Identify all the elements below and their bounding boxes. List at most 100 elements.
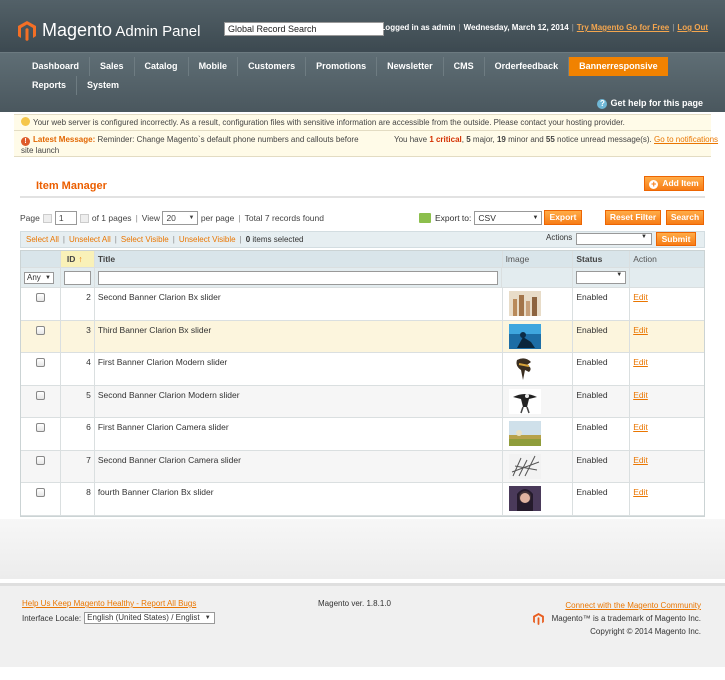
add-item-button[interactable]: + Add Item bbox=[644, 176, 704, 191]
selected-count: 0 bbox=[245, 235, 251, 244]
nav-item-reports[interactable]: Reports bbox=[22, 76, 78, 95]
table-row[interactable]: 3 Third Banner Clarion Bx slider Enabled Ed… bbox=[21, 320, 704, 353]
latest-message-bar: ! Latest Message: Reminder: Change Magent… bbox=[14, 131, 718, 157]
nav-item-customers[interactable]: Customers bbox=[238, 57, 307, 76]
footer-right: Connect with the Magento Community Magen… bbox=[532, 599, 701, 638]
actions-select[interactable] bbox=[576, 233, 652, 245]
row-image-cell bbox=[503, 418, 574, 450]
massaction-filter-select[interactable]: Any bbox=[24, 271, 54, 284]
reset-filter-button[interactable]: Reset Filter bbox=[605, 210, 661, 225]
title-filter-input[interactable] bbox=[97, 270, 499, 285]
locale-label: Interface Locale: bbox=[22, 613, 82, 623]
select-visible-link[interactable]: Select Visible bbox=[121, 235, 169, 244]
row-id: 2 bbox=[61, 288, 95, 320]
column-header-title[interactable]: Title bbox=[95, 251, 503, 267]
row-status: Enabled bbox=[573, 320, 631, 352]
row-title: First Banner Clarion Camera slider bbox=[95, 418, 503, 450]
table-row[interactable]: 8 fourth Banner Clarion Bx slider Enabled E… bbox=[21, 483, 704, 516]
search-button[interactable]: Search bbox=[666, 210, 704, 225]
row-checkbox[interactable] bbox=[35, 390, 45, 400]
column-header-action: Action bbox=[633, 254, 657, 264]
magento-logo-icon bbox=[18, 20, 36, 41]
nav-item-promotions[interactable]: Promotions bbox=[306, 57, 378, 76]
filter-checkbox-cell: Any bbox=[21, 268, 61, 287]
row-status: Enabled bbox=[573, 385, 631, 417]
row-id: 4 bbox=[61, 353, 95, 385]
logo-text: Magento Admin Panel bbox=[42, 20, 201, 40]
grid-filter-row: Any bbox=[21, 268, 704, 288]
table-row[interactable]: 5 Second Banner Clarion Modern slider Enab… bbox=[21, 385, 704, 418]
export-button[interactable]: Export bbox=[544, 210, 582, 225]
row-image-cell bbox=[503, 385, 574, 417]
locale-select[interactable]: English (United States) / Englist bbox=[84, 612, 215, 624]
unselect-visible-link[interactable]: Unselect Visible bbox=[179, 235, 236, 244]
nav-item-system[interactable]: System bbox=[77, 76, 129, 95]
logout-link[interactable]: Log Out bbox=[677, 23, 708, 32]
page-input[interactable]: 1 bbox=[54, 211, 77, 225]
minor-label: minor and bbox=[508, 135, 544, 144]
edit-link[interactable]: Edit bbox=[633, 357, 648, 367]
row-checkbox-cell bbox=[21, 483, 61, 515]
submit-button[interactable]: Submit bbox=[656, 232, 696, 246]
nav-item-catalog[interactable]: Catalog bbox=[135, 57, 189, 76]
table-row[interactable]: 6 First Banner Clarion Camera slider Enabl… bbox=[21, 418, 704, 451]
next-page-icon[interactable] bbox=[79, 213, 89, 223]
row-checkbox-cell bbox=[21, 320, 61, 352]
row-id: 7 bbox=[61, 450, 95, 482]
report-bugs-link[interactable]: Help Us Keep Magento Healthy - Report Al… bbox=[22, 599, 196, 608]
community-link[interactable]: Connect with the Magento Community bbox=[565, 601, 701, 610]
nav-item-orderfeedback[interactable]: Orderfeedback bbox=[485, 57, 570, 76]
page-title: Item Manager bbox=[36, 180, 107, 192]
edit-link[interactable]: Edit bbox=[633, 422, 648, 432]
nav-item-dashboard[interactable]: Dashboard bbox=[22, 57, 91, 76]
edit-link[interactable]: Edit bbox=[633, 487, 648, 497]
row-id: 5 bbox=[61, 385, 95, 417]
row-checkbox-cell bbox=[21, 288, 61, 320]
unselect-all-link[interactable]: Unselect All bbox=[69, 235, 111, 244]
nav-item-sales[interactable]: Sales bbox=[90, 57, 135, 76]
copyright-text: Copyright © 2014 Magento Inc. bbox=[590, 627, 701, 636]
row-checkbox[interactable] bbox=[35, 293, 45, 302]
nav-item-cms[interactable]: CMS bbox=[444, 57, 485, 76]
version-text: Magento ver. 1.8.1.0 bbox=[318, 599, 391, 608]
table-row[interactable]: 4 First Banner Clarion Modern slider Enabl… bbox=[21, 353, 704, 386]
edit-link[interactable]: Edit bbox=[633, 325, 648, 335]
row-checkbox-cell bbox=[21, 450, 61, 482]
banner-thumbnail bbox=[508, 388, 541, 414]
status-filter-select[interactable] bbox=[576, 271, 627, 284]
row-checkbox[interactable] bbox=[35, 488, 45, 497]
nav-item-bannerresponsive[interactable]: Bannerresponsive bbox=[569, 57, 668, 76]
prev-page-icon[interactable] bbox=[42, 213, 52, 223]
export-format-select[interactable]: CSV bbox=[474, 211, 543, 225]
row-checkbox[interactable] bbox=[35, 325, 45, 335]
locale-row: Interface Locale: English (United States… bbox=[22, 612, 215, 624]
row-checkbox[interactable] bbox=[35, 423, 45, 432]
select-all-link[interactable]: Select All bbox=[26, 235, 59, 244]
row-action-cell: Edit bbox=[630, 321, 704, 353]
export-icon bbox=[419, 213, 431, 223]
row-checkbox[interactable] bbox=[35, 455, 45, 465]
plus-icon: + bbox=[649, 179, 659, 189]
edit-link[interactable]: Edit bbox=[633, 292, 648, 302]
per-page-select[interactable]: 20 ▼ bbox=[162, 211, 199, 225]
nav-item-mobile[interactable]: Mobile bbox=[189, 57, 239, 76]
banner-thumbnail bbox=[508, 421, 541, 446]
banner-thumbnail bbox=[508, 356, 541, 381]
table-row[interactable]: 2 Second Banner Clarion Bx slider Enabled E… bbox=[21, 288, 704, 321]
magento-logo[interactable]: Magento Admin Panel bbox=[18, 20, 200, 41]
column-header-status[interactable]: Status bbox=[573, 251, 631, 267]
edit-link[interactable]: Edit bbox=[633, 390, 648, 400]
try-magento-go-link[interactable]: Try Magento Go for Free bbox=[577, 23, 669, 32]
row-checkbox[interactable] bbox=[35, 358, 45, 367]
id-filter-input[interactable] bbox=[63, 270, 91, 285]
go-to-notifications-link[interactable]: Go to notifications bbox=[654, 135, 718, 144]
global-search-input[interactable]: Global Record Search bbox=[224, 22, 384, 36]
export-label: Export to: bbox=[435, 213, 472, 223]
table-row[interactable]: 7 Second Banner Clarion Camera slider Enab… bbox=[21, 450, 704, 483]
column-header-id[interactable]: ID ↑ bbox=[60, 251, 95, 267]
banner-thumbnail bbox=[508, 486, 541, 511]
main-nav: Dashboard Sales Catalog Mobile Customers Prom… bbox=[0, 52, 725, 112]
help-link[interactable]: ? Get help for this page bbox=[597, 98, 703, 109]
nav-item-newsletter[interactable]: Newsletter bbox=[377, 57, 444, 76]
edit-link[interactable]: Edit bbox=[633, 455, 648, 465]
